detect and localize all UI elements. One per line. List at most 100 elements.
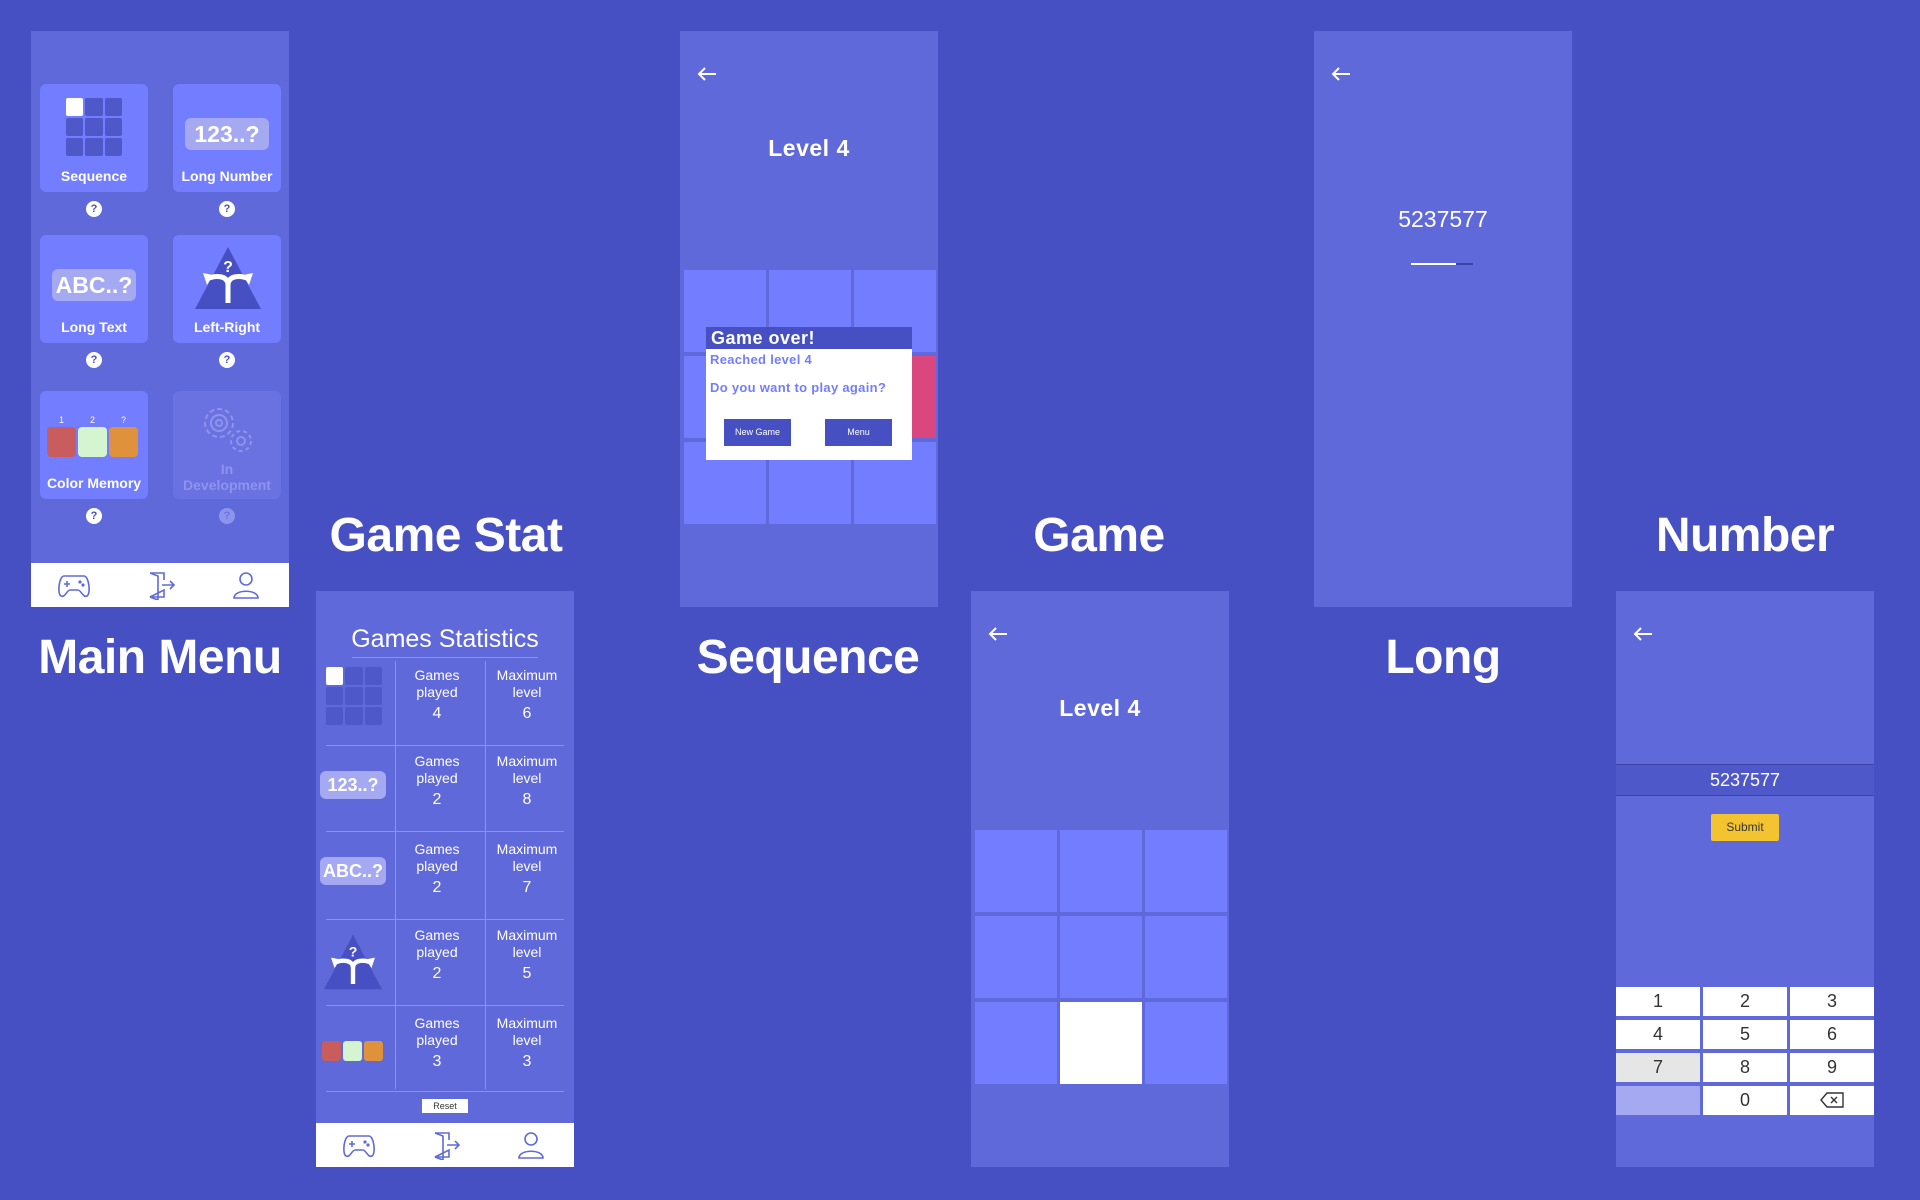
exit-door-icon[interactable] [142,570,178,600]
in-development-tile: In Development [173,391,281,499]
back-arrow-icon[interactable] [985,621,1011,647]
left-right-arrows-icon: ? [195,247,261,309]
gamepad-icon[interactable] [341,1130,377,1160]
keypad-key[interactable]: 7 [1616,1053,1700,1082]
stats-row: Games played 4 Maximum level 6 [316,659,574,745]
number-badge-icon: 123..? [185,118,269,150]
left-right-game-tile[interactable]: ? Left-Right [173,235,281,343]
keypad-key[interactable]: 5 [1703,1020,1787,1049]
user-profile-icon[interactable] [513,1130,549,1160]
main-menu-screen: Sequence ? 123..? Long Number ? ABC..? L… [31,31,289,607]
caption-sequence: Sequence [696,631,920,684]
divider [326,745,564,746]
max-level-cell: Maximum level 3 [496,1015,558,1070]
color-memory-icon [322,1041,384,1063]
svg-text:?: ? [349,944,358,960]
sequence-grid-icon [66,98,122,156]
games-played-cell: Games played 2 [414,841,460,896]
reset-button[interactable]: Reset [422,1099,468,1113]
stats-title: Games Statistics [351,625,539,653]
game-cell[interactable] [1145,916,1227,998]
number-badge-icon: 123..? [320,771,386,799]
gamepad-icon[interactable] [56,570,92,600]
keypad-backspace[interactable] [1790,1086,1874,1115]
stats-row: ABC..? Games played 2 Maximum level 7 [316,831,574,917]
keypad-key[interactable]: 3 [1790,987,1874,1016]
divider [326,1091,564,1092]
long-number-display-screen: 5237577 [1314,31,1572,607]
backspace-icon [1820,1092,1844,1108]
bottom-nav-bar [31,563,289,607]
caption-number: Number [1655,509,1835,562]
svg-text:?: ? [223,259,233,276]
keypad-key[interactable]: 6 [1790,1020,1874,1049]
submit-button[interactable]: Submit [1711,814,1779,841]
divider [326,831,564,832]
color-memory-icon: 1 2 ? [47,415,143,457]
left-right-arrows-icon: ? [324,934,382,990]
bottom-nav-bar [316,1123,574,1167]
keypad-key[interactable]: 0 [1703,1086,1787,1115]
tile-label: Long Text [61,319,127,335]
keypad-key[interactable]: 4 [1616,1020,1700,1049]
caption-game: Game [1033,509,1165,562]
divider [395,661,396,1089]
caption-long: Long [1385,631,1501,684]
game-cell-active[interactable] [1060,1002,1142,1084]
game-cell[interactable] [975,1002,1057,1084]
tile-label: Color Memory [46,475,142,491]
tile-label: In Development [183,461,271,493]
back-arrow-icon[interactable] [1328,61,1354,87]
back-arrow-icon[interactable] [1630,621,1656,647]
games-played-cell: Games played 4 [414,667,460,722]
user-profile-icon[interactable] [228,570,264,600]
help-icon[interactable]: ? [86,352,102,368]
exit-door-icon[interactable] [427,1130,463,1160]
games-played-cell: Games played 3 [414,1015,460,1070]
long-text-game-tile[interactable]: ABC..? Long Text [40,235,148,343]
menu-button[interactable]: Menu [825,419,892,446]
tile-label: Sequence [60,168,128,184]
sequence-game-over-screen: Level 4 Game over! Reached level 4 Do yo… [680,31,938,607]
text-badge-icon: ABC..? [52,269,136,301]
color-memory-game-tile[interactable]: 1 2 ? Color Memory [40,391,148,499]
game-over-dialog: Game over! Reached level 4 Do you want t… [706,327,912,460]
help-icon[interactable]: ? [86,201,102,217]
keypad-key[interactable]: 1 [1616,987,1700,1016]
keypad-key[interactable]: 2 [1703,987,1787,1016]
back-arrow-icon[interactable] [694,61,720,87]
dialog-title: Game over! [706,327,912,349]
dialog-question-text: Do you want to play again? [710,380,887,395]
long-number-game-tile[interactable]: 123..? Long Number [173,84,281,192]
game-cell[interactable] [1060,916,1142,998]
level-label: Level 4 [1059,695,1141,721]
answer-input[interactable]: 5237577 [1616,764,1874,796]
number-display: 5237577 [1398,206,1488,232]
stats-row: ? Games played 2 Maximum level 5 [316,919,574,1005]
caption-main-menu: Main Menu [38,631,282,684]
game-statistics-screen: Games Statistics Games played 4 Maximum lev… [316,591,574,1167]
game-cell[interactable] [975,830,1057,912]
max-level-cell: Maximum level 7 [496,841,558,896]
sequence-game-tile[interactable]: Sequence [40,84,148,192]
game-cell[interactable] [975,916,1057,998]
help-icon[interactable]: ? [219,201,235,217]
max-level-cell: Maximum level 5 [496,927,558,982]
game-cell[interactable] [1060,830,1142,912]
help-icon[interactable]: ? [86,508,102,524]
help-icon[interactable]: ? [219,352,235,368]
level-label: Level 4 [768,135,850,161]
max-level-cell: Maximum level 6 [496,667,558,722]
new-game-button[interactable]: New Game [724,419,791,446]
stats-row: 123..? Games played 2 Maximum level 8 [316,745,574,831]
dialog-reached-text: Reached level 4 [710,352,813,367]
keypad-key[interactable]: 9 [1790,1053,1874,1082]
number-input-screen: 5237577 Submit 1 2 3 4 5 6 7 8 9 0 [1616,591,1874,1167]
stats-row: Games played 3 Maximum level 3 [316,1005,574,1091]
keypad-key[interactable]: 8 [1703,1053,1787,1082]
max-level-cell: Maximum level 8 [496,753,558,808]
game-cell[interactable] [1145,830,1227,912]
tile-label: Left-Right [193,319,261,335]
game-cell[interactable] [1145,1002,1227,1084]
gears-icon [204,408,252,452]
